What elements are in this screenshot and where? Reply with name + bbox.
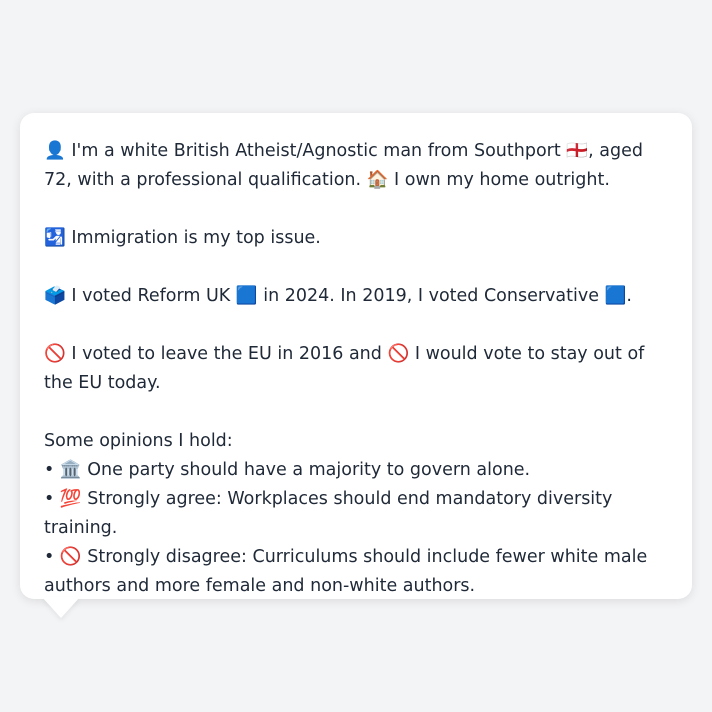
vote-period-text: . <box>626 286 632 306</box>
bullet: • <box>44 460 55 480</box>
prohibited-icon: 🚫 <box>59 547 82 567</box>
vote-paragraph: 🗳️ I voted Reform UK 🟦 in 2024. In 2019,… <box>44 282 668 311</box>
opinion-text: One party should have a majority to gove… <box>87 460 531 480</box>
vote-2019-text: in 2024. In 2019, I voted Conservative <box>263 286 599 306</box>
identity-text: I'm a white British Atheist/Agnostic man… <box>71 141 561 161</box>
home-ownership-text: I own my home outright. <box>394 170 610 190</box>
blue-square-icon: 🟦 <box>604 286 627 306</box>
opinion-text: Strongly agree: Workplaces should end ma… <box>44 489 613 538</box>
hundred-points-icon: 💯 <box>59 489 82 509</box>
opinions-heading: Some opinions I hold: <box>44 431 233 451</box>
vote-2024-text: I voted Reform UK <box>71 286 231 306</box>
identity-paragraph: 👤 I'm a white British Atheist/Agnostic m… <box>44 137 668 195</box>
bubble-tail <box>42 597 80 618</box>
eu-2016-text: I voted to leave the EU in 2016 and <box>71 344 382 364</box>
prohibited-icon: 🚫 <box>387 344 410 364</box>
eu-paragraph: 🚫 I voted to leave the EU in 2016 and 🚫 … <box>44 340 668 398</box>
bullet: • <box>44 489 55 509</box>
ballot-box-icon: 🗳️ <box>44 286 66 306</box>
top-issue-text: Immigration is my top issue. <box>71 228 321 248</box>
prohibited-icon: 🚫 <box>44 344 66 364</box>
bullet: • <box>44 547 55 567</box>
opinions-paragraph: Some opinions I hold: • 🏛️ One party sho… <box>44 427 668 601</box>
list-item: • 🚫 Strongly disagree: Curriculums shoul… <box>44 543 668 601</box>
persona-message-bubble: 👤 I'm a white British Atheist/Agnostic m… <box>20 113 692 599</box>
list-item: • 🏛️ One party should have a majority to… <box>44 456 668 485</box>
blue-square-icon: 🟦 <box>235 286 258 306</box>
house-icon: 🏠 <box>366 170 389 190</box>
list-item: • 💯 Strongly agree: Workplaces should en… <box>44 485 668 543</box>
classical-building-icon: 🏛️ <box>59 460 82 480</box>
passport-control-icon: 🛂 <box>44 228 66 248</box>
top-issue-paragraph: 🛂 Immigration is my top issue. <box>44 224 668 253</box>
opinion-text: Strongly disagree: Curriculums should in… <box>44 547 648 596</box>
person-icon: 👤 <box>44 141 66 161</box>
england-flag-icon: 🏴󠁧󠁢󠁥󠁮󠁧󠁿 <box>566 141 589 161</box>
